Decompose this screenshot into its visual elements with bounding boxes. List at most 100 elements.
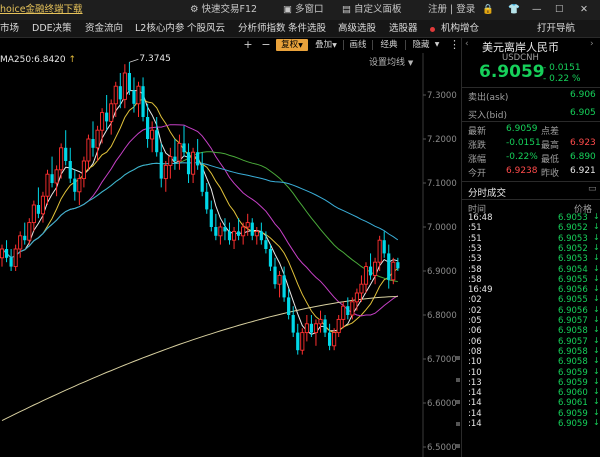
menu-item-capital-flow[interactable]: 资金流向 <box>85 23 123 35</box>
high-value: 6.923 <box>570 138 596 148</box>
candle-body <box>214 227 218 236</box>
tick-time: :51 <box>468 223 482 234</box>
chevron-left-icon[interactable]: ‹ <box>465 39 469 49</box>
candle-body <box>9 257 13 267</box>
toolbar-divider <box>405 40 406 50</box>
y-tick-label: 6.6000 <box>427 399 457 409</box>
hide-button[interactable]: 隐藏 <box>410 39 432 51</box>
tick-price: 6.9059 <box>558 377 588 388</box>
tick-price: 6.9054 <box>558 264 588 275</box>
candle-body <box>245 222 250 228</box>
candle-body <box>113 85 118 105</box>
candle-body <box>132 90 136 104</box>
close-icon[interactable]: ✕ <box>580 3 588 16</box>
candle-body <box>81 160 86 180</box>
multi-window-button[interactable]: ▣ 多窗口 <box>283 3 324 16</box>
grid-icon[interactable]: ⋮ <box>449 39 460 51</box>
price-change-pct: - 0.22 % <box>543 74 581 84</box>
tick-price: 6.9052 <box>558 243 588 254</box>
y-tick-label: 6.9000 <box>427 267 457 277</box>
adjust-label: 复权 <box>281 40 299 50</box>
overlay-button[interactable]: 叠加▼ <box>311 39 341 51</box>
tick-time: :14 <box>468 419 482 429</box>
menu-item-advanced-select[interactable]: 高级选股 <box>338 23 376 35</box>
quick-trade-button[interactable]: ⚙ 快速交易F12 <box>190 3 257 16</box>
candle-body <box>205 191 209 210</box>
chevron-down-icon: ▼ <box>332 42 337 49</box>
arrow-down-icon: ↓ <box>593 232 600 242</box>
price-change: - 0.0151 <box>543 63 581 73</box>
y-tick-label: 6.8000 <box>427 311 457 321</box>
arrow-down-icon: ↓ <box>593 397 600 407</box>
lock-icon[interactable]: 🔒 <box>482 3 494 16</box>
tick-time: 16:48 <box>468 213 493 223</box>
candle-body <box>146 117 150 139</box>
candle-body <box>259 231 263 241</box>
set-moving-average-button[interactable]: 设置均线 ▼ <box>369 55 413 68</box>
ticks-title[interactable]: 分时成交 <box>468 185 506 199</box>
tick-price: 6.9055 <box>558 295 588 306</box>
maximize-icon[interactable]: ☐ <box>555 3 564 16</box>
menu-item-stock-wind[interactable]: 个股风云 <box>187 23 225 35</box>
tick-time: :02 <box>468 295 482 306</box>
menu-item-l2[interactable]: L2核心内参 <box>135 23 184 35</box>
tick-price: 6.9057 <box>558 336 588 347</box>
zoom-out-button[interactable]: − <box>261 39 271 51</box>
adjust-button[interactable]: 复权▼ <box>276 39 308 51</box>
menu-item-stock-picker[interactable]: 选股器 <box>389 23 418 35</box>
zoom-in-button[interactable]: + <box>243 39 253 51</box>
arrow-down-icon: ↓ <box>593 418 600 427</box>
candle-body <box>350 301 355 316</box>
candle-body <box>186 152 191 175</box>
chevron-down-icon[interactable]: ▼ <box>433 39 441 51</box>
candle-body <box>264 240 268 249</box>
menu-item-analyst-index[interactable]: 分析师指数 <box>238 23 286 35</box>
login-link[interactable]: 注册 | 登录 <box>428 3 475 16</box>
candle-body <box>268 249 273 267</box>
candle-body <box>363 266 369 285</box>
arrow-down-icon: ↓ <box>593 222 600 232</box>
settings-label: 设置均线 <box>369 58 406 68</box>
candle-body <box>91 139 95 148</box>
candle-body <box>346 306 350 315</box>
minimize-icon[interactable]: — <box>532 3 542 16</box>
chevron-right-icon[interactable]: › <box>590 39 594 49</box>
tick-price: 6.9053 <box>558 254 588 265</box>
scroll-marker <box>456 378 460 382</box>
tick-time: :13 <box>468 377 482 388</box>
candle-body <box>45 173 50 197</box>
open-navigation-button[interactable]: 打开导航 <box>537 23 575 35</box>
candle-body <box>250 222 254 236</box>
candle-body <box>100 112 105 131</box>
arrow-down-icon: ↓ <box>593 253 600 263</box>
shirt-icon[interactable]: 👕 <box>508 3 520 16</box>
candle-body <box>373 261 378 276</box>
custom-panel-button[interactable]: ▤ 自定义面板 <box>342 3 402 16</box>
candle-body <box>54 169 59 184</box>
candle-body <box>182 143 186 153</box>
menu-item-dde[interactable]: DDE决策 <box>32 23 72 35</box>
draw-line-button[interactable]: 画线 <box>347 39 369 51</box>
candle-body <box>296 332 300 351</box>
menu-item-market[interactable]: 市场 <box>0 23 19 35</box>
arrow-down-icon: ↓ <box>593 304 600 314</box>
menu-item-institution[interactable]: 机构增仓 <box>441 23 479 35</box>
menu-item-condition-select[interactable]: 条件选股 <box>288 23 326 35</box>
candlestick-chart[interactable]: 7.3000 7.2000 7.1000 7.0000 6.9000 6.8000 6.70… <box>0 38 461 457</box>
arrow-up-icon: ↑ <box>68 55 77 65</box>
chart-area[interactable]: 7.3000 7.2000 7.1000 7.0000 6.9000 6.8000 6.70… <box>0 38 461 457</box>
divider <box>462 121 600 122</box>
candle-body <box>341 305 346 320</box>
app-title-link[interactable]: hoice金融终端下载 <box>0 3 83 16</box>
divider <box>462 87 600 88</box>
candle-body <box>141 86 145 117</box>
arrow-down-icon: ↓ <box>593 263 600 273</box>
classic-button[interactable]: 经典 <box>378 39 400 51</box>
candle-body <box>68 161 72 179</box>
expand-icon[interactable]: ▭ <box>588 184 597 194</box>
candle-body <box>200 165 204 192</box>
pct-label: 涨幅 <box>468 155 487 165</box>
candle-body <box>391 261 396 281</box>
ask-value: 6.906 <box>570 90 596 100</box>
scroll-marker <box>456 356 460 360</box>
